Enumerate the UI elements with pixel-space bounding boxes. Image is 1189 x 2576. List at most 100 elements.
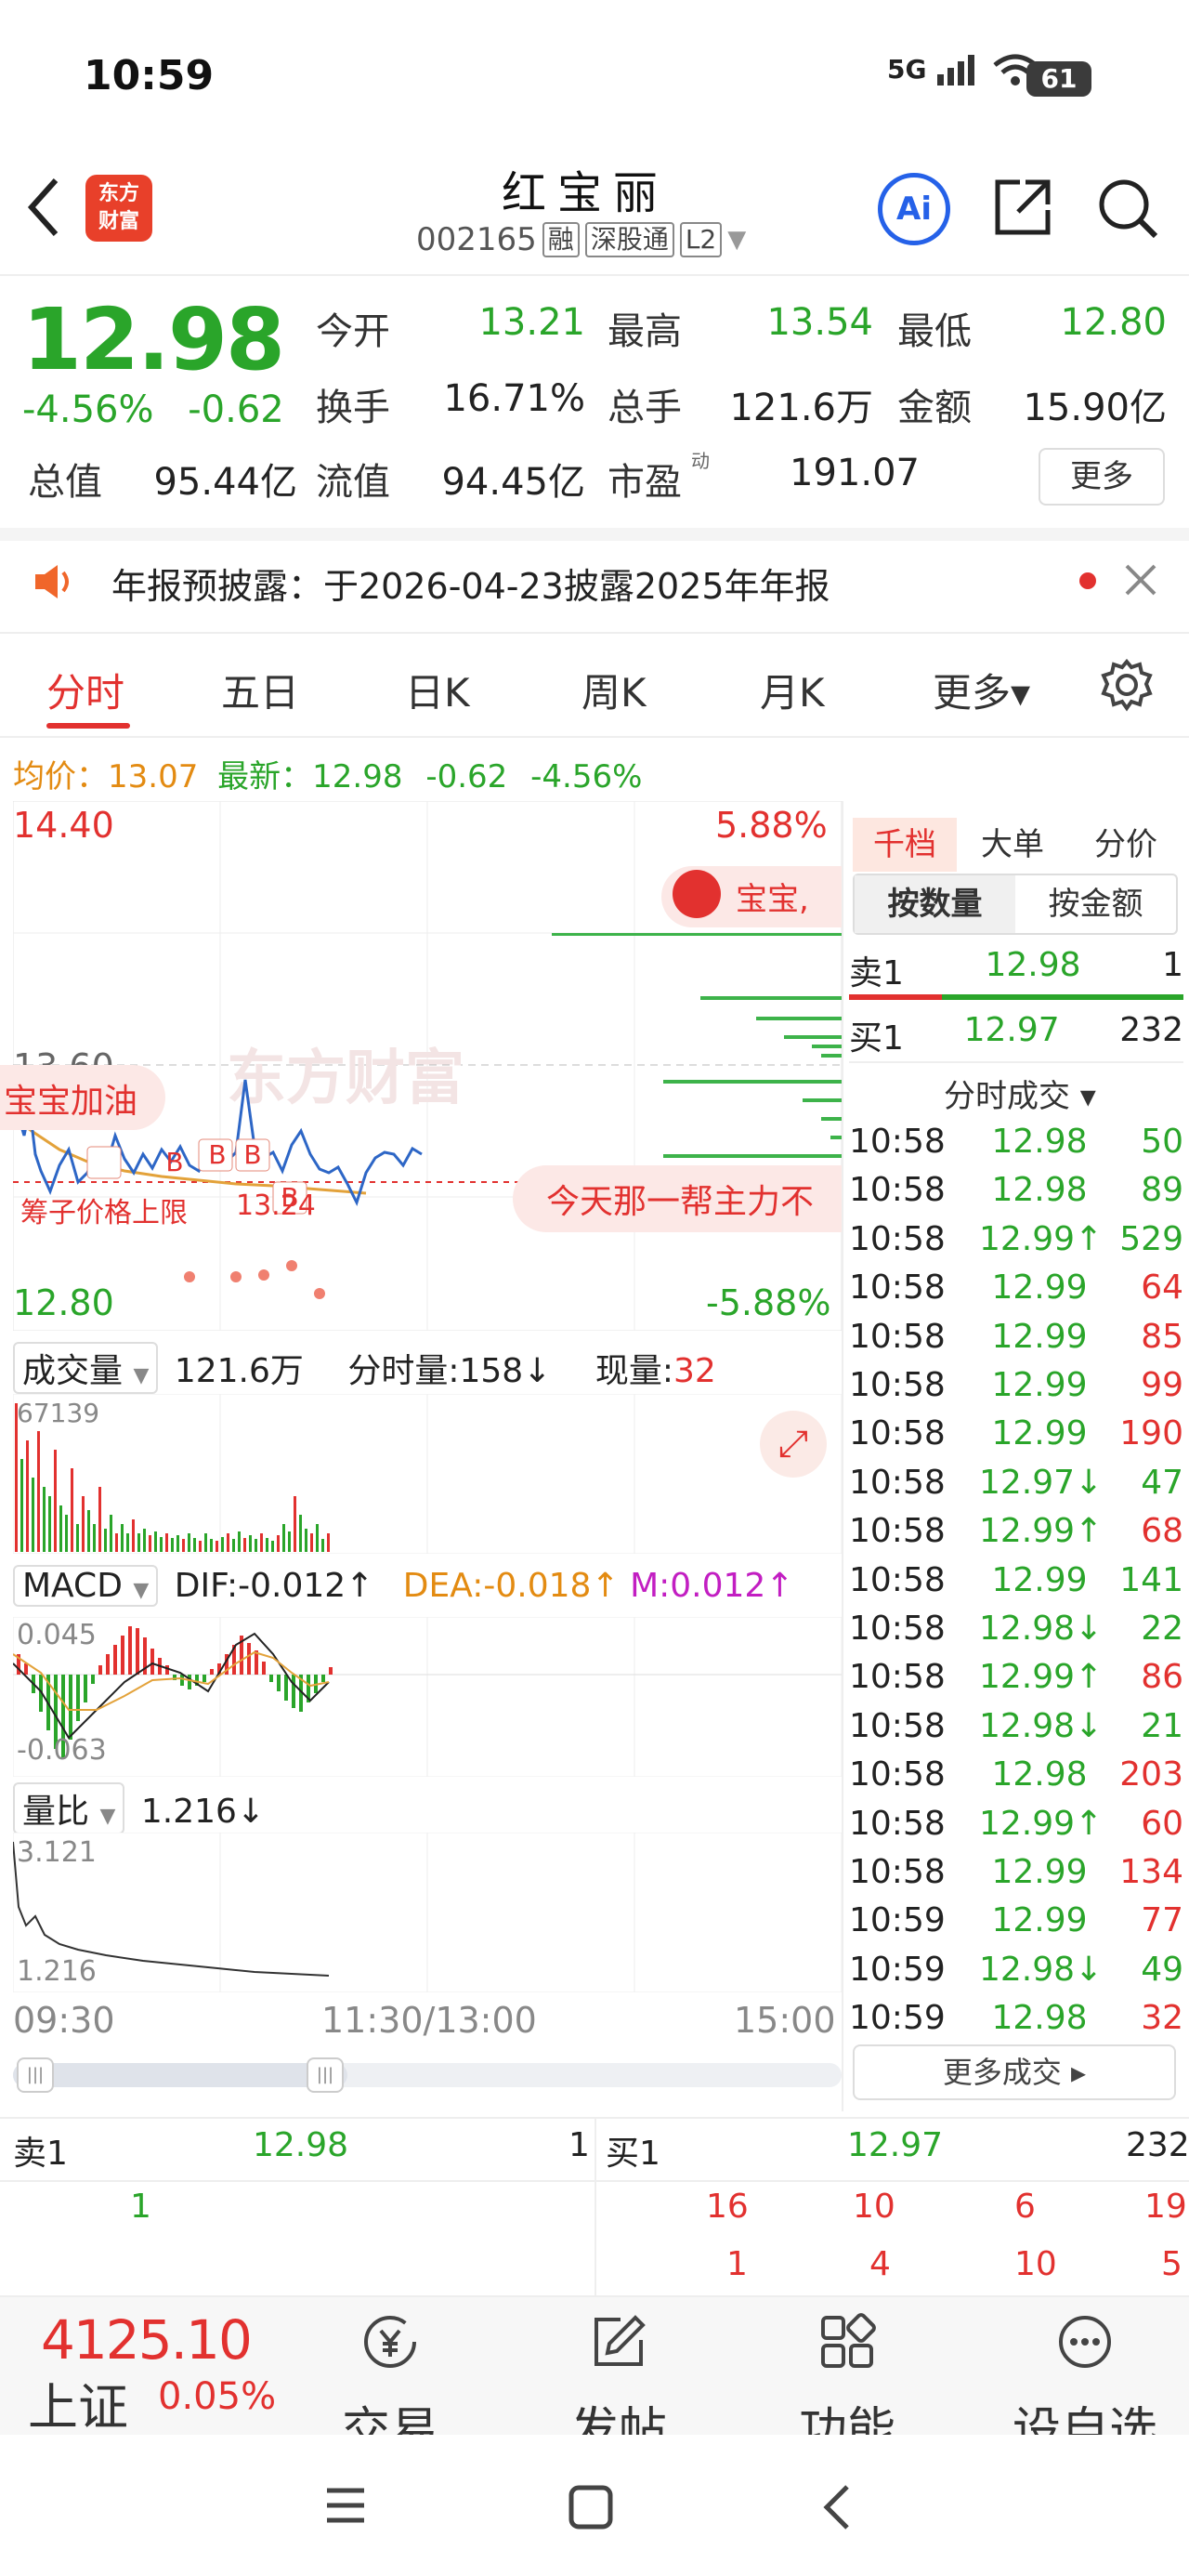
tick-price: 12.99↑ xyxy=(979,1658,1104,1697)
logo-line-1: 东方 xyxy=(98,182,139,205)
ratio-label: 量比 xyxy=(22,1793,90,1831)
tick-time: 10:58 xyxy=(849,1755,946,1794)
tick-row: 10:58 12.99 134 xyxy=(849,1853,1183,1901)
quote-value: 121.6万 xyxy=(729,387,873,429)
tick-row: 10:58 12.99 85 xyxy=(849,1318,1183,1366)
ai-button[interactable]: Ai xyxy=(878,173,950,245)
ob-divider xyxy=(849,1061,1183,1063)
back-arrow-icon[interactable] xyxy=(26,177,63,238)
book-sell-label: 卖1 xyxy=(13,2135,68,2173)
tick-time: 10:58 xyxy=(849,1317,946,1356)
speaker-icon xyxy=(35,565,69,598)
tick-volume: 89 xyxy=(1141,1171,1183,1210)
tab-monthly-k[interactable]: 月K xyxy=(760,662,825,718)
tab-price-dist[interactable]: 分价 xyxy=(1094,818,1157,872)
ob-ratio-bar xyxy=(849,994,1183,1000)
macd-m: M:0.012↑ xyxy=(630,1567,794,1605)
tick-time: 10:58 xyxy=(849,1512,946,1551)
tick-volume: 203 xyxy=(1119,1755,1183,1794)
ticks-title[interactable]: 分时成交 ▾ xyxy=(944,1071,1096,1116)
tick-time: 10:58 xyxy=(849,1706,946,1745)
ratio-bottom: 1.216 xyxy=(17,1955,97,1988)
index-value[interactable]: 4125.10 xyxy=(41,2308,253,2372)
latest-label: 最新： xyxy=(217,758,313,795)
tick-volume: 99 xyxy=(1141,1366,1183,1404)
tick-price: 12.98↓ xyxy=(979,1706,1104,1745)
settings-gear-icon[interactable] xyxy=(1100,658,1154,712)
macd-selector[interactable]: MACD ▼ xyxy=(13,1565,159,1607)
ratio-selector[interactable]: 量比 ▼ xyxy=(13,1782,125,1834)
announcement-text[interactable]: 年报预披露：于2026-04-23披露2025年年报 xyxy=(111,558,830,609)
book-buy-label: 买1 xyxy=(606,2135,660,2173)
menu-icon[interactable] xyxy=(325,2487,366,2524)
quote-label: 市盈 xyxy=(608,461,682,504)
stock-code-row[interactable]: 002165 融 深股通 L2 ▼ xyxy=(416,221,746,258)
network-type: 5G xyxy=(887,54,927,85)
tab-five-day[interactable]: 五日 xyxy=(221,662,299,718)
back-icon[interactable] xyxy=(821,2483,851,2531)
volume-fs: 分时量:158↓ xyxy=(347,1352,552,1390)
tick-volume: 85 xyxy=(1141,1317,1183,1356)
comment-bubble-left[interactable]: 宝宝加油 xyxy=(0,1065,166,1130)
scroll-thumb[interactable] xyxy=(13,2063,347,2087)
tab-thousand-level[interactable]: 千档 xyxy=(853,818,957,872)
volume-selector[interactable]: 成交量 ▼ xyxy=(13,1342,159,1394)
ratio-chart[interactable] xyxy=(13,1833,842,1992)
tick-price: 12.99 xyxy=(991,1317,1088,1356)
quote-value: 191.07 xyxy=(790,452,920,494)
tab-more[interactable]: 更多▾ xyxy=(933,662,1030,718)
tick-row: 10:58 12.99↑ 68 xyxy=(849,1512,1183,1560)
tick-row: 10:59 12.98 32 xyxy=(849,1999,1183,2047)
buy-mark-2[interactable]: B xyxy=(201,1139,234,1170)
quote-value: 15.90亿 xyxy=(1023,387,1167,429)
close-icon[interactable] xyxy=(1124,563,1157,597)
tick-time: 10:58 xyxy=(849,1123,946,1161)
quote-value: 16.71% xyxy=(443,377,585,420)
tick-volume: 22 xyxy=(1141,1610,1183,1648)
seg-by-amount[interactable]: 按金额 xyxy=(1015,875,1176,933)
buy-mark-1[interactable]: B xyxy=(158,1147,191,1177)
comment-bubble-right[interactable]: 今天那一帮主力不 xyxy=(513,1165,842,1232)
tick-row: 10:58 12.98 203 xyxy=(849,1755,1183,1804)
more-ticks-button[interactable]: 更多成交 ▸ xyxy=(853,2044,1176,2100)
tag-margin: 融 xyxy=(542,222,580,257)
y-axis-min: 12.80 xyxy=(13,1282,114,1323)
tick-row: 10:58 12.99 141 xyxy=(849,1561,1183,1610)
tick-price: 12.99↑ xyxy=(979,1804,1104,1843)
tick-row: 10:58 12.99 64 xyxy=(849,1268,1183,1317)
tick-row: 10:59 12.98↓ 49 xyxy=(849,1951,1183,1999)
ob-sell-price: 12.98 xyxy=(985,946,1081,984)
seg-by-quantity[interactable]: 按数量 xyxy=(855,875,1015,933)
quote-label: 金额 xyxy=(897,387,972,429)
expand-icon[interactable]: ⤢ xyxy=(760,1411,827,1478)
time-range-scrollbar[interactable]: ||| ||| xyxy=(13,2057,842,2093)
tab-intraday[interactable]: 分时 xyxy=(46,662,124,718)
buy-mark-3[interactable]: B xyxy=(236,1139,269,1170)
volume-chart[interactable] xyxy=(13,1394,842,1554)
tab-big-order[interactable]: 大单 xyxy=(981,818,1044,872)
book-buy-price: 12.97 xyxy=(847,2126,944,2164)
buy-queue-item: 16 xyxy=(706,2188,749,2226)
buy-mark-4[interactable]: B xyxy=(273,1182,307,1213)
share-icon[interactable] xyxy=(992,177,1053,238)
volume-now-label: 现量: xyxy=(594,1352,673,1390)
quote-value: 13.54 xyxy=(766,301,873,344)
section-divider xyxy=(0,528,1189,541)
unread-dot xyxy=(1079,572,1096,589)
ob-buy-price: 12.97 xyxy=(963,1011,1060,1049)
tab-weekly-k[interactable]: 周K xyxy=(581,662,647,718)
macd-dea: DEA:-0.018↑ xyxy=(402,1567,620,1605)
tick-volume: 64 xyxy=(1141,1268,1183,1308)
macd-chart[interactable] xyxy=(13,1617,842,1777)
tick-volume: 190 xyxy=(1119,1414,1183,1453)
more-quote-button[interactable]: 更多 xyxy=(1039,448,1165,506)
tick-price: 12.98 xyxy=(991,1999,1088,2038)
scroll-handle-right[interactable]: ||| xyxy=(307,2057,344,2093)
tab-daily-k[interactable]: 日K xyxy=(405,662,470,718)
home-icon[interactable] xyxy=(568,2485,613,2530)
ob-sell-label: 卖1 xyxy=(849,954,904,992)
search-icon[interactable] xyxy=(1096,177,1159,240)
tick-time: 10:58 xyxy=(849,1366,946,1404)
index-name[interactable]: 上证 xyxy=(28,2366,128,2439)
scroll-handle-left[interactable]: ||| xyxy=(17,2057,54,2093)
